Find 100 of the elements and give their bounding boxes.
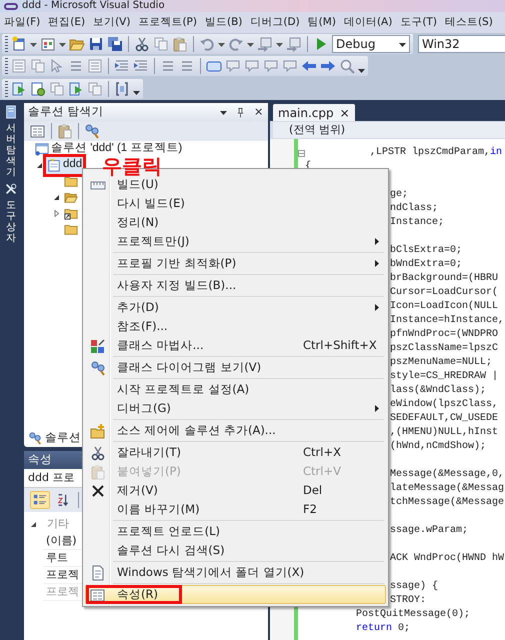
menu-item[interactable]: 파일(F) (0, 14, 44, 30)
tools-icon[interactable] (4, 182, 18, 196)
menu-item[interactable]: 디버그(G) (85, 399, 386, 418)
menu-item[interactable]: 테스트(S) (440, 14, 497, 30)
caret-icon[interactable] (59, 40, 66, 48)
close-icon[interactable] (254, 107, 264, 117)
speech-bubble-icon[interactable] (263, 58, 279, 74)
file-tab[interactable]: main.cpp × (273, 104, 355, 121)
redo-icon[interactable] (228, 36, 244, 52)
pin-icon[interactable] (235, 106, 246, 118)
speech-bubble-icon[interactable] (282, 58, 298, 74)
left-arrow-icon[interactable] (301, 58, 317, 74)
properties-icon[interactable] (30, 123, 46, 139)
configuration-dropdown[interactable]: Debug (332, 35, 410, 53)
save-all-icon[interactable] (107, 36, 123, 52)
close-button[interactable]: × (340, 104, 350, 122)
menu-item[interactable]: 빌드(B) (200, 14, 246, 30)
dropdown-icon[interactable] (220, 108, 227, 116)
code-line: pszMenuName=NULL; (390, 356, 492, 370)
menu-item[interactable]: 편집(E) (44, 14, 90, 30)
code-line: pfnWndProc=(WNDPRO (390, 328, 498, 342)
menu-item[interactable]: 클래스 다이어그램 보기(V) (85, 358, 386, 377)
navigate-forward-icon[interactable] (286, 36, 302, 52)
menu-item[interactable]: 이름 바꾸기(M) F2 (85, 500, 386, 519)
menu-item[interactable]: 빌드(U) (85, 175, 386, 194)
server-icon[interactable] (4, 105, 18, 119)
expand-arrow-icon[interactable] (30, 521, 37, 528)
right-arrow-icon[interactable] (320, 58, 336, 74)
code-line: brBackground=(HBRU (390, 272, 498, 286)
menu-item[interactable]: Windows 탐색기에서 폴더 열기(X) (85, 563, 386, 582)
menu-item[interactable]: 사용자 지정 빌드(B)... (85, 276, 386, 295)
save-icon[interactable] (88, 36, 104, 52)
navigate-back-icon[interactable] (257, 36, 273, 52)
magnifier-icon (90, 360, 106, 376)
menu-item[interactable]: 프로젝트(P) (134, 14, 201, 30)
menu-item[interactable]: 보기(V) (89, 14, 134, 30)
speech-bubble-icon[interactable] (244, 58, 260, 74)
menu-item[interactable]: 프로젝트 언로드(L) (85, 522, 386, 541)
menu-item[interactable]: 속성(R) (85, 585, 386, 604)
toolbar-grip[interactable] (5, 58, 8, 74)
menu-item[interactable]: 소스 제어에 솔루션 추가(A)... (85, 421, 386, 440)
pointer-icon[interactable] (49, 58, 65, 74)
toolbar-grip[interactable] (5, 80, 8, 96)
code-line: ssage.wParam; (390, 524, 468, 538)
expand-arrow-icon[interactable] (36, 162, 42, 168)
scope-dropdown[interactable]: (전역 범위) (273, 122, 505, 138)
menu-item[interactable]: 디버그(D) (246, 14, 304, 30)
tree-item[interactable]: ddd (45, 155, 84, 175)
caret-icon[interactable] (30, 40, 37, 48)
code-line: return 0; (356, 622, 410, 636)
menu-item[interactable]: 다시 빌드(E) (85, 194, 386, 213)
tree-item[interactable]: 솔루션 'ddd' (1 프로젝트) (34, 140, 184, 158)
menu-item[interactable]: 정리(N) (85, 213, 386, 232)
magnifier-icon[interactable] (84, 123, 100, 139)
caret-icon[interactable] (218, 40, 225, 48)
menu-item[interactable]: 제거(V) Del (85, 481, 386, 500)
speech-bubble-icon[interactable] (225, 58, 241, 74)
caret-icon[interactable] (247, 40, 254, 48)
brackets-icon[interactable] (114, 80, 130, 96)
configuration-value: Debug (336, 36, 376, 53)
panel-title: 솔루션 탐색기 (28, 103, 104, 120)
menu-item[interactable]: 솔루션 다시 검색(S) (85, 541, 386, 560)
expand-arrow-icon[interactable] (52, 194, 60, 200)
overflow-icon[interactable] (133, 89, 140, 96)
property-name: 프로젝 (46, 584, 79, 600)
window-title: ddd - Microsoft Visual Studio (22, 0, 165, 12)
toolbar-grip[interactable] (5, 36, 8, 52)
toolbar-button[interactable] (30, 491, 50, 509)
menu-item[interactable]: 참조(F)... (85, 317, 386, 336)
menu-item[interactable]: 추가(D) (85, 298, 386, 317)
side-tab[interactable]: 도구 상자 (6, 200, 16, 244)
menu-item[interactable]: 도구(T) (396, 14, 441, 30)
scissors-icon[interactable] (134, 36, 150, 52)
code-line: pszClassName=lpszC (390, 342, 498, 356)
run-document-icon[interactable] (68, 80, 84, 96)
menu-item[interactable]: 잘라내기(T) Ctrl+X (85, 443, 386, 462)
undo-icon[interactable] (199, 36, 215, 52)
collapse-icon[interactable] (298, 150, 305, 156)
code-line: Instance=hInstance, (390, 314, 504, 328)
folder-shortcut-icon[interactable] (64, 206, 78, 220)
code-line: bWndExtra=0; (390, 258, 462, 272)
scissors-icon (90, 444, 106, 460)
menu-item[interactable]: 데이터(A) (340, 14, 396, 30)
caret-icon[interactable] (276, 40, 283, 48)
run-document-icon[interactable] (11, 80, 27, 96)
logo-icon (4, 2, 18, 10)
code-line: STROY: (390, 594, 426, 608)
side-tab[interactable]: 서버 탐색기 (6, 123, 16, 178)
menu-item[interactable]: 프로젝트만(J) (85, 232, 386, 251)
paste-icon[interactable] (172, 36, 188, 52)
menu-item[interactable]: 팀(M) (304, 14, 340, 30)
menu-item[interactable]: 시작 프로젝트로 설정(A) (85, 380, 386, 399)
code-line: ndClass; (390, 202, 438, 216)
menu-item[interactable]: 클래스 마법사... Ctrl+Shift+X (85, 336, 386, 355)
overflow-icon[interactable] (358, 66, 365, 74)
panel-tab[interactable]: 솔루션 (24, 429, 85, 447)
menu-item[interactable]: 프로필 기반 최적화(P) (85, 254, 386, 273)
add-item-icon[interactable] (40, 36, 56, 52)
platform-dropdown[interactable]: Win32 (418, 35, 505, 53)
new-project-icon[interactable] (11, 36, 27, 52)
